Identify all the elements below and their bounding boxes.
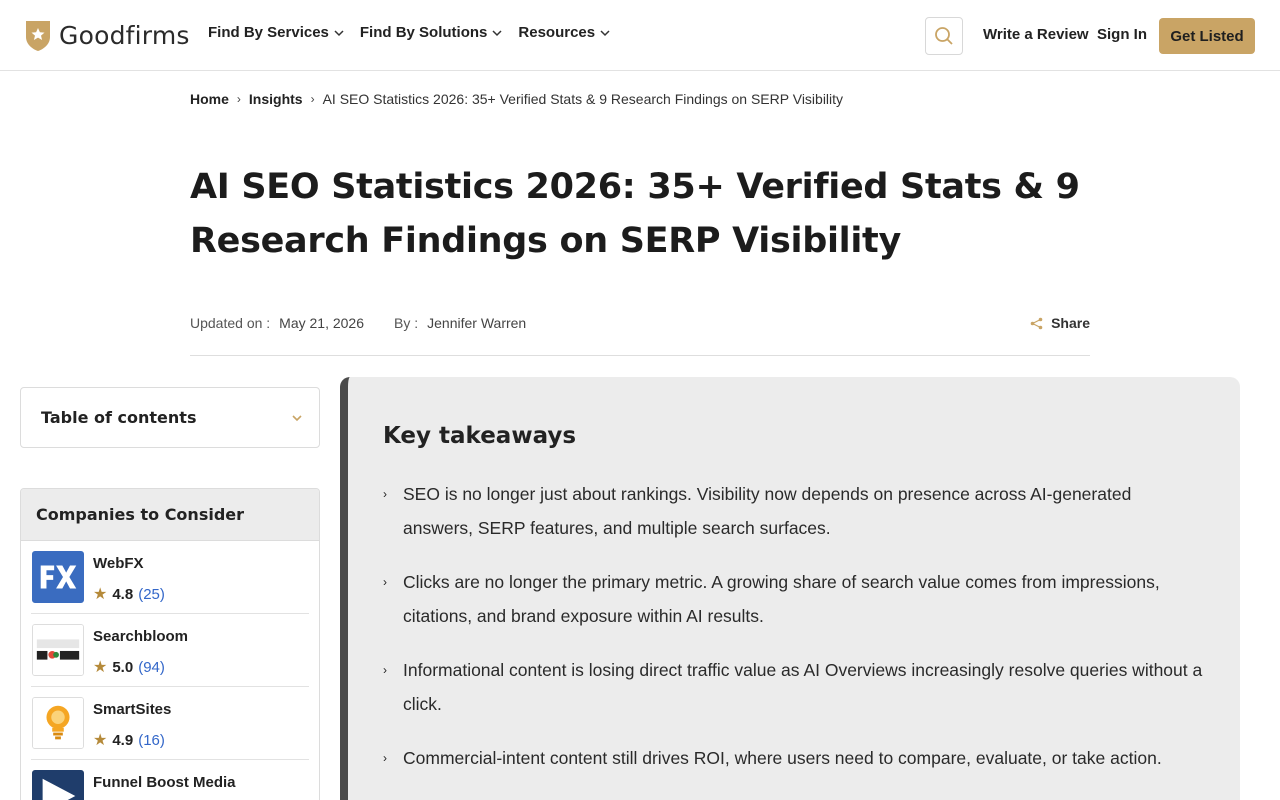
chevron-down-icon [334,29,344,36]
company-name[interactable]: SmartSites [93,701,171,718]
by-label: By : [394,315,419,331]
updated-date: May 21, 2026 [279,315,365,331]
breadcrumb-separator: › [236,92,241,106]
share-button[interactable]: Share [1030,315,1090,331]
toc-label: Table of contents [41,408,197,427]
company-rating: ★ 4.9 (16) [93,730,165,750]
takeaway-text: Commercial-intent content still drives R… [403,748,1162,768]
star-icon: ★ [93,659,108,676]
funnel-boost-logo [32,770,84,800]
breadcrumb-home[interactable]: Home [190,91,229,107]
rating-score: 4.8 [112,585,134,603]
share-label: Share [1051,315,1090,331]
searchbloom-logo [32,624,84,676]
nav-find-by-solutions[interactable]: Find By Solutions [360,24,503,41]
nav-label: Find By Solutions [359,24,488,41]
list-item: › Clicks are no longer the primary metri… [383,565,1203,633]
nav-resources[interactable]: Resources [518,24,610,41]
rating-score: 5.0 [112,658,134,676]
takeaway-text: Clicks are no longer the primary metric.… [403,572,1160,626]
main-nav: Find By Services Find By Solutions Resou… [208,24,626,41]
company-name[interactable]: Funnel Boost Media [93,774,236,791]
goodfirms-logo[interactable]: Goodfirms [24,18,190,52]
search-button[interactable] [925,17,963,55]
companies-to-consider: Companies to Consider WebFX ★ 4.8 (25) S… [20,488,320,800]
key-takeaways-panel: Key takeaways › SEO is no longer just ab… [340,377,1240,800]
list-item[interactable]: WebFX ★ 4.8 (25) [31,541,309,614]
list-item[interactable]: Searchbloom ★ 5.0 (94) [31,614,309,687]
companies-title: Companies to Consider [21,489,319,541]
company-rating: ★ 4.8 (25) [93,584,165,604]
review-count[interactable]: (94) [138,659,165,676]
updated-label: Updated on : [190,315,271,331]
review-count[interactable]: (16) [138,732,165,749]
breadcrumb-current: AI SEO Statistics 2026: 35+ Verified Sta… [322,91,844,107]
chevron-down-icon [600,29,610,36]
site-header: Goodfirms Find By Services Find By Solut… [0,0,1280,71]
list-item: › Commercial-intent content still drives… [383,741,1203,775]
breadcrumb-insights[interactable]: Insights [249,91,303,107]
star-icon: ★ [93,732,108,749]
star-icon: ★ [93,586,108,603]
rating-score: 4.9 [112,731,134,749]
chevron-right-icon: › [383,663,387,677]
nav-label: Find By Services [208,24,329,41]
shield-star-icon [26,21,50,51]
takeaway-text: SEO is no longer just about rankings. Vi… [403,484,1132,538]
review-count[interactable]: (25) [138,586,165,603]
company-name[interactable]: Searchbloom [93,628,188,645]
list-item: › Informational content is losing direct… [383,653,1203,721]
article-meta: Updated on : May 21, 2026 By : Jennifer … [190,315,1090,331]
chevron-right-icon: › [383,487,387,501]
meta-divider [190,355,1090,356]
sign-in-link[interactable]: Sign In [1097,26,1147,43]
smartsites-logo [32,697,84,749]
page-title: AI SEO Statistics 2026: 35+ Verified Sta… [190,167,1080,261]
author-name[interactable]: Jennifer Warren [427,315,526,331]
brand-name: Goodfirms [59,20,190,50]
table-of-contents-toggle[interactable]: Table of contents [20,387,320,448]
chevron-down-icon [292,415,302,422]
list-item[interactable]: SmartSites ★ 4.9 (16) [31,687,309,760]
key-takeaways-list: › SEO is no longer just about rankings. … [383,477,1203,795]
takeaway-text: Informational content is losing direct t… [403,660,1203,714]
webfx-logo [32,551,84,603]
share-icon [1030,317,1043,329]
search-icon [935,27,953,45]
company-name[interactable]: WebFX [93,555,144,572]
write-review-link[interactable]: Write a Review [983,26,1089,43]
breadcrumb-separator: › [310,92,315,106]
nav-label: Resources [518,24,596,41]
nav-find-by-services[interactable]: Find By Services [208,24,344,41]
breadcrumb: Home › Insights › AI SEO Statistics 2026… [190,91,843,107]
list-item: › SEO is no longer just about rankings. … [383,477,1203,545]
chevron-right-icon: › [383,575,387,589]
chevron-right-icon: › [383,751,387,765]
company-rating: ★ 5.0 (94) [93,657,165,677]
get-listed-button[interactable]: Get Listed [1159,18,1255,54]
chevron-down-icon [492,29,502,36]
key-takeaways-title: Key takeaways [383,423,577,449]
list-item[interactable]: Funnel Boost Media [31,760,309,800]
